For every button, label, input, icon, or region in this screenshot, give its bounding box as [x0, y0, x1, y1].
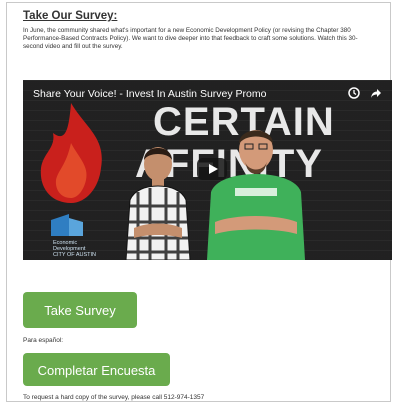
section-title: Take Our Survey: — [23, 10, 118, 22]
hard-copy-note: To request a hard copy of the survey, pl… — [23, 394, 205, 401]
man-figure — [207, 130, 305, 260]
play-button[interactable] — [197, 158, 227, 180]
economic-development-logo-text: Economic Development CITY OF AUSTIN — [53, 240, 96, 258]
video-player[interactable]: CERTAIN AFFINITY Economic Development CI — [23, 80, 392, 260]
share-icon[interactable] — [370, 87, 382, 102]
woman-figure — [125, 147, 191, 260]
flame-logo-icon — [40, 103, 102, 203]
clock-icon[interactable] — [348, 87, 360, 102]
intro-text: In June, the community shared what's imp… — [23, 27, 358, 50]
video-header-controls — [348, 87, 382, 102]
economic-development-logo-icon — [51, 214, 83, 236]
para-espanol-label: Para español: — [23, 337, 64, 344]
logo-text-line3: CITY OF AUSTIN — [53, 252, 96, 258]
completar-encuesta-button[interactable]: Completar Encuesta — [23, 353, 170, 386]
video-title[interactable]: Share Your Voice! - Invest In Austin Sur… — [33, 88, 266, 100]
take-survey-button[interactable]: Take Survey — [23, 292, 137, 328]
